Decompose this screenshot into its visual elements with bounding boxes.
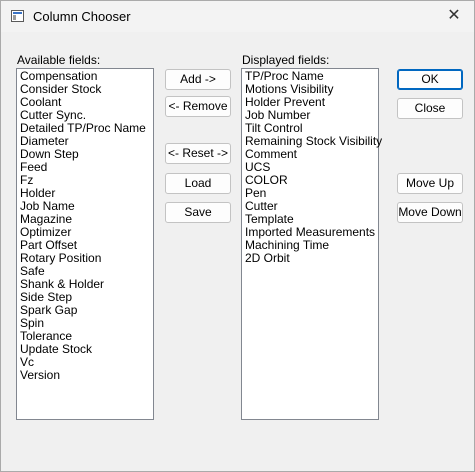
add-button[interactable]: Add -> xyxy=(165,69,231,90)
save-button[interactable]: Save xyxy=(165,202,231,223)
ok-button[interactable]: OK xyxy=(397,69,463,90)
close-window-icon[interactable]: ✕ xyxy=(440,3,468,29)
remove-button[interactable]: <- Remove xyxy=(165,96,231,117)
load-button[interactable]: Load xyxy=(165,173,231,194)
app-window-icon xyxy=(11,10,24,22)
available-fields-list[interactable]: Compensation Consider Stock Coolant Cutter … xyxy=(16,68,154,420)
list-item[interactable]: Version xyxy=(20,369,150,382)
list-item[interactable]: Feed xyxy=(20,161,150,174)
title-bar: Column Chooser ✕ xyxy=(1,1,474,32)
close-button[interactable]: Close xyxy=(397,98,463,119)
move-down-button[interactable]: Move Down xyxy=(397,202,463,223)
displayed-fields-label: Displayed fields: xyxy=(242,53,330,67)
list-item[interactable]: Update Stock xyxy=(20,343,150,356)
move-up-button[interactable]: Move Up xyxy=(397,173,463,194)
reset-button[interactable]: <- Reset -> xyxy=(165,143,231,164)
window-title: Column Chooser xyxy=(33,9,131,24)
available-fields-label: Available fields: xyxy=(17,53,101,67)
list-item[interactable]: 2D Orbit xyxy=(245,252,375,265)
column-chooser-dialog: Column Chooser ✕ Available fields: Compe… xyxy=(0,0,475,472)
displayed-fields-list[interactable]: TP/Proc Name Motions Visibility Holder Pre… xyxy=(241,68,382,420)
